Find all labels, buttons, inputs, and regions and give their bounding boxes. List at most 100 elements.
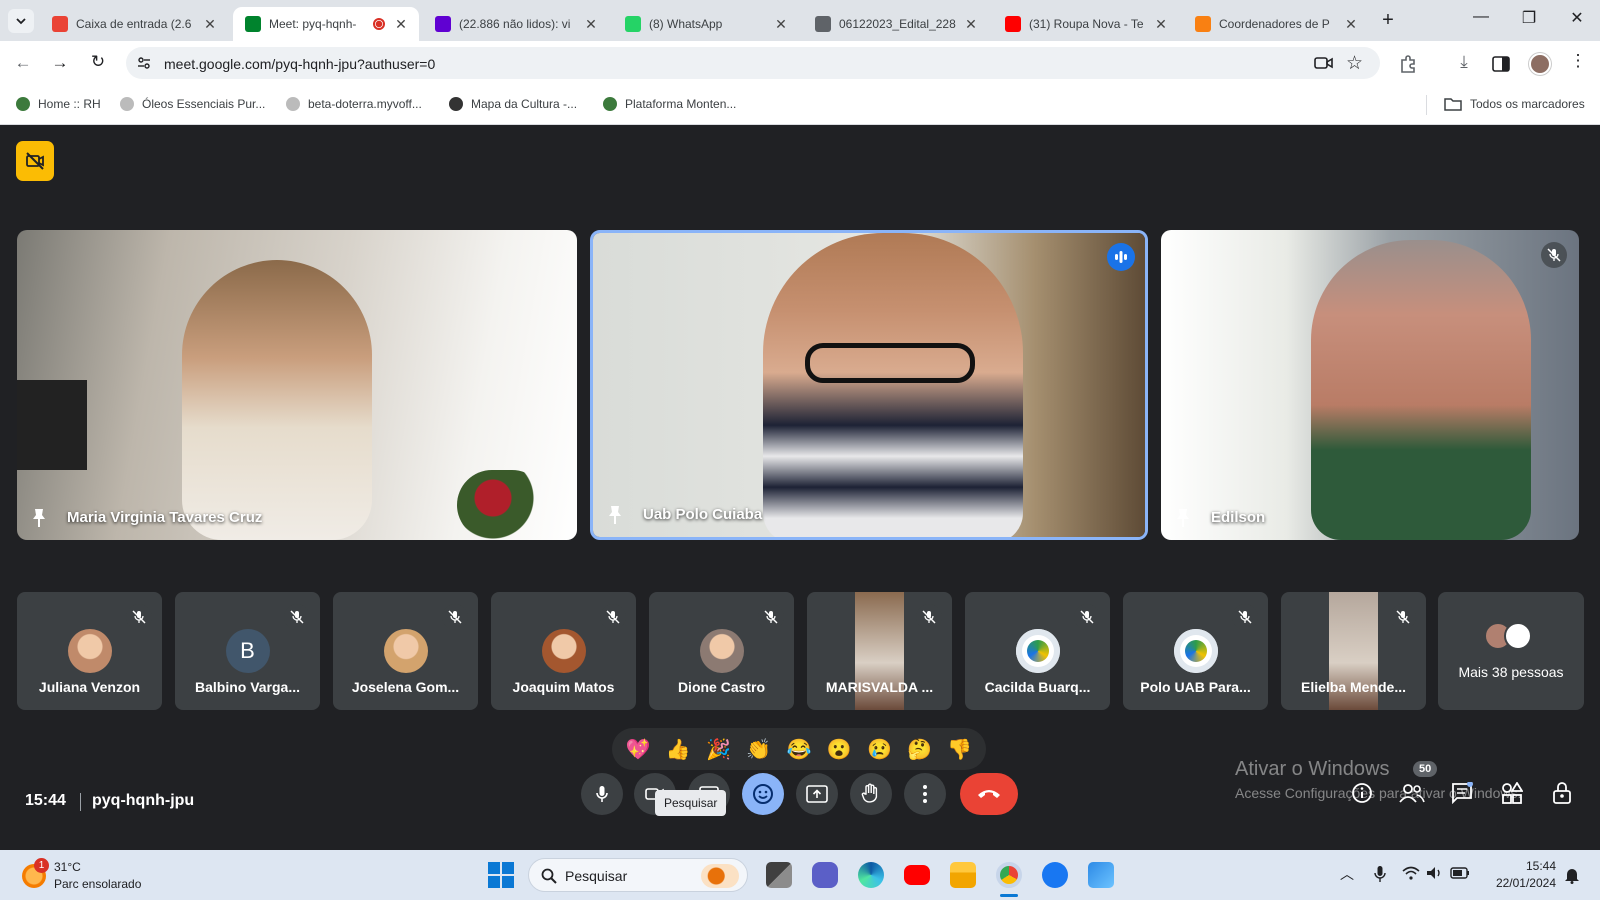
pin-icon[interactable] (607, 505, 623, 525)
show-hidden-icons[interactable]: ︿ (1340, 864, 1354, 884)
address-bar[interactable]: meet.google.com/pyq-hqnh-jpu?authuser=0 … (126, 47, 1380, 79)
bookmark-3[interactable]: beta-doterra.myvoff... (286, 97, 422, 111)
muted-indicator (126, 604, 152, 630)
tab-2[interactable]: Meet: pyq-hqnh- ✕ (233, 7, 419, 41)
avatar (541, 629, 586, 673)
bookmark-star-icon[interactable]: ☆ (1346, 52, 1363, 75)
extensions-icon[interactable] (1398, 54, 1418, 74)
participant-tile[interactable]: Cacilda Buarq... (965, 592, 1110, 710)
close-tab-icon[interactable]: ✕ (963, 16, 979, 33)
chat-button[interactable] (1446, 777, 1478, 809)
video-tile-2[interactable]: Uab Polo Cuiaba (590, 230, 1148, 540)
participant-tile[interactable]: Joselena Gom... (333, 592, 478, 710)
site-info-icon[interactable] (136, 55, 152, 71)
all-bookmarks-folder[interactable]: Todos os marcadores (1444, 97, 1585, 111)
download-icon[interactable]: ⤓ (1451, 52, 1477, 72)
teams-chat-icon[interactable] (812, 862, 838, 888)
start-button[interactable] (488, 862, 514, 888)
reaction-emoji-8[interactable]: 🤔 (907, 737, 932, 762)
participant-tile[interactable]: Polo UAB Para... (1123, 592, 1268, 710)
bookmark-5[interactable]: Plataforma Monten... (603, 97, 736, 111)
pin-icon[interactable] (31, 508, 47, 528)
wifi-icon[interactable] (1402, 866, 1420, 880)
participant-tile[interactable]: MARISVALDA ... (807, 592, 952, 710)
more-people-tile[interactable]: Mais 38 pessoas (1438, 592, 1584, 710)
tab-search-button[interactable] (8, 9, 34, 33)
participant-count-badge: 50 (1413, 761, 1438, 777)
participant-tile[interactable]: Juliana Venzon (17, 592, 162, 710)
camera-in-use-icon[interactable] (1314, 55, 1334, 71)
taskbar-time[interactable]: 15:44 (1490, 859, 1556, 873)
more-options-button[interactable] (904, 773, 946, 815)
activities-button[interactable] (1496, 777, 1528, 809)
close-tab-icon[interactable]: ✕ (583, 16, 599, 33)
tab-1[interactable]: Caixa de entrada (2.6 ✕ (40, 7, 228, 41)
close-tab-icon[interactable]: ✕ (393, 16, 409, 33)
flowers-shape (457, 470, 547, 540)
pin-icon[interactable] (1175, 508, 1191, 528)
youtube-icon[interactable] (904, 865, 930, 885)
maximize-icon[interactable]: ❐ (1506, 8, 1552, 28)
tab-5[interactable]: 06122023_Edital_228 ✕ (803, 7, 989, 41)
participant-tile[interactable]: Joaquim Matos (491, 592, 636, 710)
facebook-icon[interactable] (1042, 862, 1068, 888)
photos-icon[interactable] (1088, 862, 1114, 888)
reaction-emoji-1[interactable]: 💖 (626, 737, 651, 762)
meeting-details-button[interactable] (1346, 777, 1378, 809)
participant-tile[interactable]: Elielba Mende... (1281, 592, 1426, 710)
tab-4[interactable]: (8) WhatsApp ✕ (613, 7, 799, 41)
reaction-emoji-9[interactable]: 👎 (947, 737, 972, 762)
host-controls-button[interactable] (1546, 777, 1578, 809)
task-view-icon[interactable] (766, 862, 792, 888)
present-screen-button[interactable] (796, 773, 838, 815)
video-tile-1[interactable]: Maria Virginia Tavares Cruz (17, 230, 577, 540)
participant-tile[interactable]: Dione Castro (649, 592, 794, 710)
recording-badge[interactable] (16, 141, 54, 181)
close-tab-icon[interactable]: ✕ (1343, 16, 1359, 33)
tab-6[interactable]: (31) Roupa Nova - Te ✕ (993, 7, 1179, 41)
tab-3[interactable]: (22.886 não lidos): vi ✕ (423, 7, 609, 41)
mic-tray-icon[interactable] (1374, 865, 1386, 883)
profile-avatar[interactable] (1529, 53, 1551, 75)
chrome-icon[interactable] (996, 862, 1022, 888)
taskbar-date[interactable]: 22/01/2024 (1490, 876, 1556, 890)
minimize-icon[interactable]: — (1458, 8, 1504, 26)
participant-name: Dione Castro (677, 679, 766, 695)
people-button[interactable] (1396, 777, 1428, 809)
raise-hand-button[interactable] (850, 773, 892, 815)
notification-bell-icon[interactable] (1564, 866, 1580, 884)
reactions-button[interactable] (742, 773, 784, 815)
mic-off-icon (1080, 610, 1094, 624)
bookmark-1[interactable]: Home :: RH (16, 97, 101, 111)
participant-tile[interactable]: B Balbino Varga... (175, 592, 320, 710)
bookmark-4[interactable]: Mapa da Cultura -... (449, 97, 577, 111)
battery-icon[interactable] (1450, 867, 1470, 879)
microphone-button[interactable] (581, 773, 623, 815)
volume-icon[interactable] (1426, 866, 1444, 880)
reaction-emoji-4[interactable]: 👏 (746, 737, 771, 762)
reload-icon[interactable]: ↻ (85, 52, 111, 72)
reaction-emoji-2[interactable]: 👍 (666, 737, 691, 762)
bookmark-2[interactable]: Óleos Essenciais Pur... (120, 97, 265, 111)
side-panel-icon[interactable] (1492, 56, 1510, 72)
back-icon[interactable]: ← (10, 53, 36, 73)
taskbar-search[interactable]: Pesquisar (528, 858, 748, 892)
menu-more-icon[interactable]: ⋮ (1565, 51, 1591, 71)
forward-icon[interactable]: → (47, 53, 73, 73)
video-tile-3[interactable]: Edilson (1161, 230, 1579, 540)
tab-7[interactable]: Coordenadores de P ✕ (1183, 7, 1369, 41)
new-tab-button[interactable]: + (1376, 9, 1400, 33)
close-tab-icon[interactable]: ✕ (202, 16, 218, 33)
close-window-icon[interactable]: ✕ (1554, 8, 1600, 28)
browser-tab-strip: Caixa de entrada (2.6 ✕ Meet: pyq-hqnh- ✕ (2… (0, 0, 1600, 41)
reaction-emoji-6[interactable]: 😮 (827, 737, 852, 762)
file-explorer-icon[interactable] (950, 862, 976, 888)
reaction-emoji-5[interactable]: 😂 (787, 737, 812, 762)
close-tab-icon[interactable]: ✕ (773, 16, 789, 33)
leave-call-button[interactable] (960, 773, 1018, 815)
edge-icon[interactable] (858, 862, 884, 888)
close-tab-icon[interactable]: ✕ (1153, 16, 1169, 33)
reaction-emoji-7[interactable]: 😢 (867, 737, 892, 762)
avatar (383, 629, 428, 673)
reaction-emoji-3[interactable]: 🎉 (706, 737, 731, 762)
